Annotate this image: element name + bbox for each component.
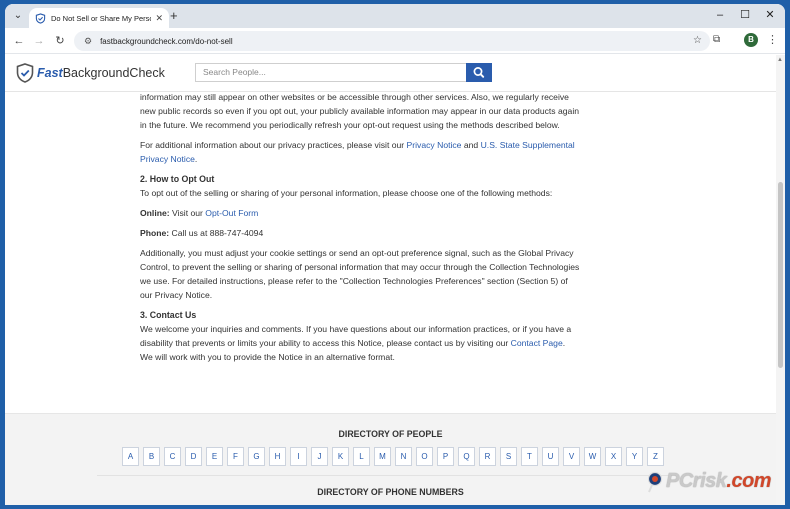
profile-avatar[interactable]: B: [744, 33, 758, 47]
site-logo[interactable]: FastBackgroundCheck: [16, 63, 165, 83]
letter-link[interactable]: X: [605, 447, 622, 466]
letter-link[interactable]: J: [311, 447, 328, 466]
new-tab-icon[interactable]: +: [170, 9, 178, 23]
contact-page-link[interactable]: Contact Page: [511, 338, 563, 348]
scroll-up-icon[interactable]: ▲: [777, 57, 783, 63]
minimize-icon[interactable]: –: [713, 8, 727, 22]
close-window-icon[interactable]: ✕: [763, 8, 777, 22]
tab-title: Do Not Sell or Share My Person: [51, 13, 152, 23]
letter-link[interactable]: D: [185, 447, 202, 466]
brand-rest: BackgroundCheck: [62, 66, 165, 80]
letter-link[interactable]: Q: [458, 447, 475, 466]
letter-link[interactable]: P: [437, 447, 454, 466]
paragraph-contact: We welcome your inquiries and comments. …: [140, 322, 580, 364]
letter-link[interactable]: I: [290, 447, 307, 466]
letter-link[interactable]: N: [395, 447, 412, 466]
tab-close-icon[interactable]: ✕: [155, 13, 163, 24]
letter-link[interactable]: M: [374, 447, 391, 466]
watermark-domain: .com: [726, 470, 772, 492]
phone-label: Phone:: [140, 228, 170, 238]
letter-link[interactable]: U: [542, 447, 559, 466]
main-content: information may still appear on other we…: [140, 90, 580, 370]
letter-link[interactable]: R: [479, 447, 496, 466]
letter-link[interactable]: S: [500, 447, 517, 466]
shield-check-icon: [35, 12, 46, 24]
paragraph-privacy-info: For additional information about our pri…: [140, 138, 580, 166]
letter-link[interactable]: G: [248, 447, 265, 466]
browser-toolbar: ← → ↻ ⚙ fastbackgroundcheck.com/do-not-s…: [5, 28, 785, 54]
letter-link[interactable]: T: [521, 447, 538, 466]
site-header: FastBackgroundCheck Search People...: [5, 55, 776, 92]
tab-strip: ⌄ Do Not Sell or Share My Person ✕ + – ☐…: [5, 4, 785, 28]
letter-link[interactable]: L: [353, 447, 370, 466]
directory-people-title: DIRECTORY OF PEOPLE: [338, 429, 443, 439]
privacy-notice-link[interactable]: Privacy Notice: [407, 140, 462, 150]
watermark-risk: risk: [692, 470, 727, 492]
brand-fast: Fast: [37, 66, 63, 80]
scrollbar-thumb[interactable]: [778, 182, 783, 368]
text: and: [461, 140, 481, 150]
browser-window: ⌄ Do Not Sell or Share My Person ✕ + – ☐…: [5, 4, 785, 505]
tab-search-icon[interactable]: ⌄: [11, 9, 25, 23]
paragraph-opt-out-methods: To opt out of the selling or sharing of …: [140, 188, 553, 198]
watermark-text: PCrisk.com: [666, 470, 772, 493]
letter-link[interactable]: O: [416, 447, 433, 466]
page-viewport: information may still appear on other we…: [5, 55, 776, 505]
letter-link[interactable]: B: [143, 447, 160, 466]
heading-contact-us: 3. Contact Us: [140, 310, 197, 320]
letter-link[interactable]: E: [206, 447, 223, 466]
extensions-icon[interactable]: ⧉: [713, 34, 720, 45]
back-icon[interactable]: ←: [12, 34, 26, 48]
search-input[interactable]: Search People...: [195, 63, 467, 82]
text: Call us at 888-747-4094: [169, 228, 264, 238]
pcrisk-watermark: PCrisk.com: [646, 470, 772, 493]
brand-name: FastBackgroundCheck: [37, 66, 165, 80]
url-text: fastbackgroundcheck.com/do-not-sell: [100, 36, 233, 46]
address-bar[interactable]: ⚙ fastbackgroundcheck.com/do-not-sell ☆: [74, 31, 710, 51]
online-method: Online: Visit our Opt-Out Form: [140, 206, 580, 220]
shield-logo-icon: [16, 63, 34, 83]
watermark-pc: PC: [666, 470, 693, 492]
search-button[interactable]: [466, 63, 492, 82]
divider: [97, 475, 677, 476]
text: For additional information about our pri…: [140, 140, 407, 150]
letter-link[interactable]: H: [269, 447, 286, 466]
text: We welcome your inquiries and comments. …: [140, 324, 572, 348]
heading-how-to-opt-out: 2. How to Opt Out: [140, 174, 215, 184]
letter-link[interactable]: F: [227, 447, 244, 466]
site-info-icon[interactable]: ⚙: [84, 36, 92, 47]
reload-icon[interactable]: ↻: [53, 34, 67, 48]
search-icon: [473, 67, 485, 78]
letter-list: A B C D E F G H I J K L M N O P Q R S T: [122, 447, 668, 466]
page-scrollbar[interactable]: ▲: [776, 55, 785, 505]
browser-menu-icon[interactable]: ⋮: [767, 33, 778, 46]
forward-icon[interactable]: →: [32, 34, 46, 48]
text: Visit our: [169, 208, 206, 218]
letter-link[interactable]: C: [164, 447, 181, 466]
magnifier-logo-icon: [647, 471, 663, 492]
tab-active[interactable]: Do Not Sell or Share My Person ✕: [29, 8, 169, 28]
letter-link[interactable]: V: [563, 447, 580, 466]
phone-method: Phone: Call us at 888-747-4094: [140, 226, 580, 240]
paragraph-cookie-settings: Additionally, you must adjust your cooki…: [140, 248, 580, 300]
paragraph-opt-out-note: information may still appear on other we…: [140, 92, 580, 130]
text: .: [194, 154, 198, 164]
online-label: Online:: [140, 208, 170, 218]
letter-link[interactable]: A: [122, 447, 139, 466]
opt-out-form-link[interactable]: Opt-Out Form: [205, 208, 258, 218]
maximize-icon[interactable]: ☐: [738, 8, 752, 22]
letter-link[interactable]: Z: [647, 447, 664, 466]
bookmark-star-icon[interactable]: ☆: [693, 35, 702, 46]
letter-link[interactable]: Y: [626, 447, 643, 466]
letter-link[interactable]: W: [584, 447, 601, 466]
letter-link[interactable]: K: [332, 447, 349, 466]
